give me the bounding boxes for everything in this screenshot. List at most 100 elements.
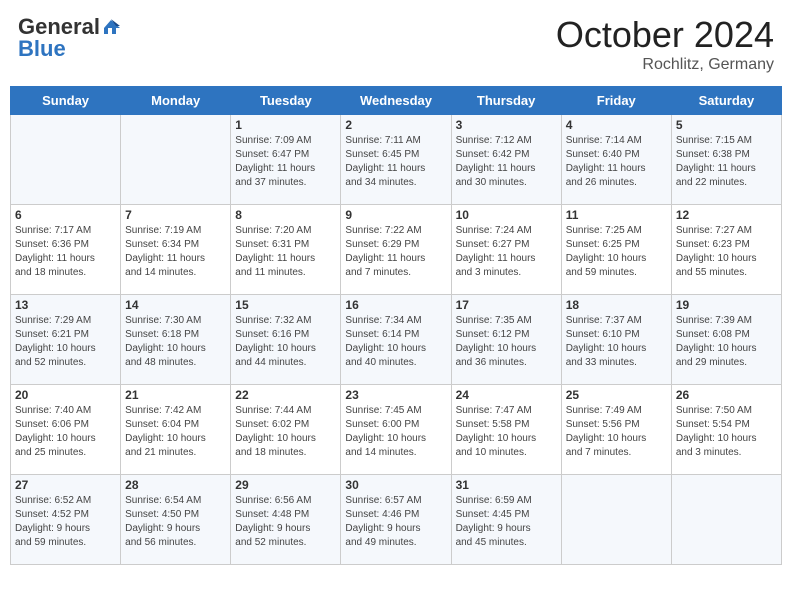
calendar-cell: 15 Sunrise: 7:32 AM Sunset: 6:16 PM Dayli… [231,295,341,385]
day-header-saturday: Saturday [671,87,781,115]
day-info: Sunrise: 6:52 AM Sunset: 4:52 PM Dayligh… [15,494,116,550]
day-number: 18 [566,298,667,312]
day-number: 29 [235,478,336,492]
day-info: Sunrise: 7:17 AM Sunset: 6:36 PM Dayligh… [15,224,116,280]
day-number: 30 [345,478,446,492]
day-info: Sunrise: 7:19 AM Sunset: 6:34 PM Dayligh… [125,224,226,280]
calendar-cell: 19 Sunrise: 7:39 AM Sunset: 6:08 PM Dayli… [671,295,781,385]
calendar-cell: 14Sunrise: 7:30 AM Sunset: 6:18 PM Dayli… [121,295,231,385]
day-info: Sunrise: 7:50 AM Sunset: 5:54 PM Dayligh… [676,404,777,460]
calendar-cell: 24 Sunrise: 7:47 AM Sunset: 5:58 PM Dayli… [451,385,561,475]
day-number: 23 [345,388,446,402]
day-info: Sunrise: 7:44 AM Sunset: 6:02 PM Dayligh… [235,404,336,460]
day-info: Sunrise: 7:14 AM Sunset: 6:40 PM Dayligh… [566,134,667,190]
calendar-cell: 11 Sunrise: 7:25 AM Sunset: 6:25 PM Dayli… [561,205,671,295]
calendar-cell: 13 Sunrise: 7:29 AM Sunset: 6:21 PM Dayli… [11,295,121,385]
calendar-cell: 6 Sunrise: 7:17 AM Sunset: 6:36 PM Daylig… [11,205,121,295]
day-info: Sunrise: 7:35 AM Sunset: 6:12 PM Dayligh… [456,314,557,370]
day-info: Sunrise: 7:27 AM Sunset: 6:23 PM Dayligh… [676,224,777,280]
day-info: Sunrise: 6:59 AM Sunset: 4:45 PM Dayligh… [456,494,557,550]
day-number: 6 [15,208,116,222]
day-info: Sunrise: 7:49 AM Sunset: 5:56 PM Dayligh… [566,404,667,460]
calendar-cell: 16Sunrise: 7:34 AM Sunset: 6:14 PM Dayli… [341,295,451,385]
calendar-week-row: 27 Sunrise: 6:52 AM Sunset: 4:52 PM Dayli… [11,475,782,565]
calendar-cell: 27 Sunrise: 6:52 AM Sunset: 4:52 PM Dayli… [11,475,121,565]
calendar-cell: 28 Sunrise: 6:54 AM Sunset: 4:50 PM Dayli… [121,475,231,565]
calendar-cell: 25 Sunrise: 7:49 AM Sunset: 5:56 PM Dayli… [561,385,671,475]
day-number: 24 [456,388,557,402]
day-number: 26 [676,388,777,402]
calendar-cell: 4 Sunrise: 7:14 AM Sunset: 6:40 PM Daylig… [561,115,671,205]
calendar-cell [671,475,781,565]
calendar-table: SundayMondayTuesdayWednesdayThursdayFrid… [10,86,782,565]
calendar-cell [561,475,671,565]
day-number: 16 [345,298,446,312]
day-number: 13 [15,298,116,312]
day-number: 31 [456,478,557,492]
day-info: Sunrise: 7:32 AM Sunset: 6:16 PM Dayligh… [235,314,336,370]
calendar-cell: 1 Sunrise: 7:09 AM Sunset: 6:47 PM Daylig… [231,115,341,205]
day-number: 28 [125,478,226,492]
day-info: Sunrise: 7:20 AM Sunset: 6:31 PM Dayligh… [235,224,336,280]
location-title: Rochlitz, Germany [556,56,774,74]
day-info: Sunrise: 7:15 AM Sunset: 6:38 PM Dayligh… [676,134,777,190]
day-number: 14 [125,298,226,312]
calendar-cell: 18 Sunrise: 7:37 AM Sunset: 6:10 PM Dayli… [561,295,671,385]
day-number: 15 [235,298,336,312]
day-number: 5 [676,118,777,132]
calendar-cell: 21 Sunrise: 7:42 AM Sunset: 6:04 PM Dayli… [121,385,231,475]
calendar-header-row: SundayMondayTuesdayWednesdayThursdayFrid… [11,87,782,115]
calendar-cell: 22Sunrise: 7:44 AM Sunset: 6:02 PM Dayli… [231,385,341,475]
day-info: Sunrise: 6:54 AM Sunset: 4:50 PM Dayligh… [125,494,226,550]
day-number: 25 [566,388,667,402]
day-number: 1 [235,118,336,132]
day-info: Sunrise: 7:24 AM Sunset: 6:27 PM Dayligh… [456,224,557,280]
day-info: Sunrise: 6:57 AM Sunset: 4:46 PM Dayligh… [345,494,446,550]
day-info: Sunrise: 7:39 AM Sunset: 6:08 PM Dayligh… [676,314,777,370]
day-number: 3 [456,118,557,132]
day-info: Sunrise: 7:22 AM Sunset: 6:29 PM Dayligh… [345,224,446,280]
calendar-cell: 5 Sunrise: 7:15 AM Sunset: 6:38 PM Daylig… [671,115,781,205]
day-info: Sunrise: 7:40 AM Sunset: 6:06 PM Dayligh… [15,404,116,460]
calendar-cell: 3 Sunrise: 7:12 AM Sunset: 6:42 PM Daylig… [451,115,561,205]
day-number: 12 [676,208,777,222]
page-header: General Blue October 2024 Rochlitz, Germ… [10,10,782,78]
day-number: 11 [566,208,667,222]
day-number: 19 [676,298,777,312]
day-header-thursday: Thursday [451,87,561,115]
calendar-cell: 9Sunrise: 7:22 AM Sunset: 6:29 PM Daylig… [341,205,451,295]
title-area: October 2024 Rochlitz, Germany [556,14,774,74]
logo: General Blue [18,14,120,62]
day-number: 20 [15,388,116,402]
day-header-wednesday: Wednesday [341,87,451,115]
calendar-cell: 2Sunrise: 7:11 AM Sunset: 6:45 PM Daylig… [341,115,451,205]
calendar-week-row: 13 Sunrise: 7:29 AM Sunset: 6:21 PM Dayli… [11,295,782,385]
day-info: Sunrise: 7:29 AM Sunset: 6:21 PM Dayligh… [15,314,116,370]
calendar-cell [121,115,231,205]
day-info: Sunrise: 7:25 AM Sunset: 6:25 PM Dayligh… [566,224,667,280]
calendar-week-row: 1 Sunrise: 7:09 AM Sunset: 6:47 PM Daylig… [11,115,782,205]
calendar-cell [11,115,121,205]
logo-bird-icon [102,18,120,36]
day-number: 4 [566,118,667,132]
day-number: 8 [235,208,336,222]
calendar-cell: 12 Sunrise: 7:27 AM Sunset: 6:23 PM Dayli… [671,205,781,295]
day-info: Sunrise: 7:09 AM Sunset: 6:47 PM Dayligh… [235,134,336,190]
day-info: Sunrise: 7:37 AM Sunset: 6:10 PM Dayligh… [566,314,667,370]
logo-blue: Blue [18,36,66,62]
day-info: Sunrise: 7:47 AM Sunset: 5:58 PM Dayligh… [456,404,557,460]
day-info: Sunrise: 7:12 AM Sunset: 6:42 PM Dayligh… [456,134,557,190]
day-header-monday: Monday [121,87,231,115]
day-number: 27 [15,478,116,492]
day-number: 21 [125,388,226,402]
calendar-cell: 20 Sunrise: 7:40 AM Sunset: 6:06 PM Dayli… [11,385,121,475]
day-info: Sunrise: 7:42 AM Sunset: 6:04 PM Dayligh… [125,404,226,460]
calendar-cell: 8 Sunrise: 7:20 AM Sunset: 6:31 PM Daylig… [231,205,341,295]
day-info: Sunrise: 6:56 AM Sunset: 4:48 PM Dayligh… [235,494,336,550]
calendar-cell: 17Sunrise: 7:35 AM Sunset: 6:12 PM Dayli… [451,295,561,385]
calendar-week-row: 6 Sunrise: 7:17 AM Sunset: 6:36 PM Daylig… [11,205,782,295]
calendar-cell: 10Sunrise: 7:24 AM Sunset: 6:27 PM Dayli… [451,205,561,295]
day-info: Sunrise: 7:45 AM Sunset: 6:00 PM Dayligh… [345,404,446,460]
calendar-cell: 26 Sunrise: 7:50 AM Sunset: 5:54 PM Dayli… [671,385,781,475]
day-header-sunday: Sunday [11,87,121,115]
